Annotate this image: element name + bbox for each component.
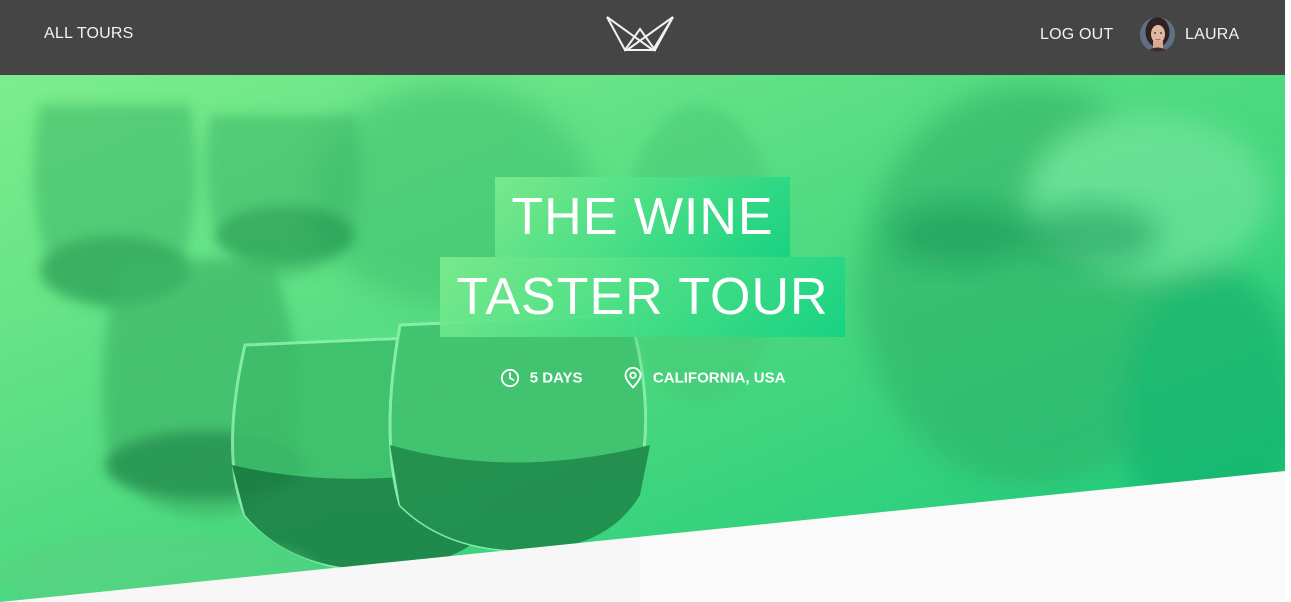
map-pin-icon [624, 366, 642, 389]
tour-duration-label: 5 DAYS [529, 369, 583, 387]
hero-title: THE WINE TASTER TOUR [0, 177, 1285, 337]
tour-location-label: CALIFORNIA, USA [652, 369, 786, 387]
tour-details: 5 DAYS CALIFORNIA, USA [0, 366, 1285, 389]
all-tours-link[interactable]: ALL TOURS [44, 25, 134, 43]
tour-location: CALIFORNIA, USA [623, 366, 786, 389]
user-name-label: LAURA [1185, 26, 1240, 43]
tour-duration: 5 DAYS [500, 368, 583, 388]
top-navigation-bar: ALL TOURS LOG OUT LAURA [0, 0, 1285, 75]
crown-logo-icon[interactable] [605, 15, 675, 53]
logout-link[interactable]: LOG OUT [1040, 26, 1113, 44]
hero-title-line-2: TASTER TOUR [440, 257, 845, 337]
clock-icon [500, 368, 519, 388]
hero-title-line-1: THE WINE [495, 177, 790, 257]
user-avatar [1140, 17, 1175, 52]
tour-page: ALL TOURS LOG OUT LAURA THE WINE TASTER … [0, 0, 1291, 602]
page-content: ALL TOURS LOG OUT LAURA THE WINE TASTER … [0, 0, 1285, 602]
